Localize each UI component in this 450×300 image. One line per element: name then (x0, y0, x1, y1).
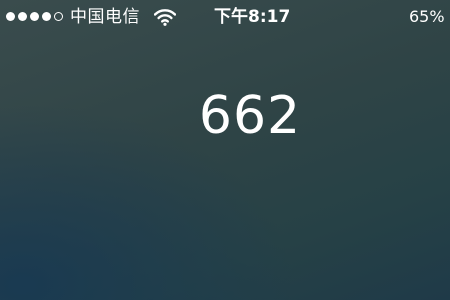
wallpaper (0, 0, 450, 300)
signal-dot-filled (6, 12, 15, 21)
status-time: 下午8:17 (214, 7, 291, 27)
cellular-signal-icon (6, 12, 63, 21)
signal-dot-filled (18, 12, 27, 21)
battery-percentage: 65% (409, 7, 445, 26)
status-bar: 中国电信 下午8:17 65% (0, 0, 450, 34)
wifi-icon (154, 9, 176, 26)
carrier-name: 中国电信 (70, 7, 140, 27)
signal-dot-filled (30, 12, 39, 21)
signal-dot-empty (54, 12, 63, 21)
verification-code-display: 662 (198, 86, 302, 146)
signal-dot-filled (42, 12, 51, 21)
